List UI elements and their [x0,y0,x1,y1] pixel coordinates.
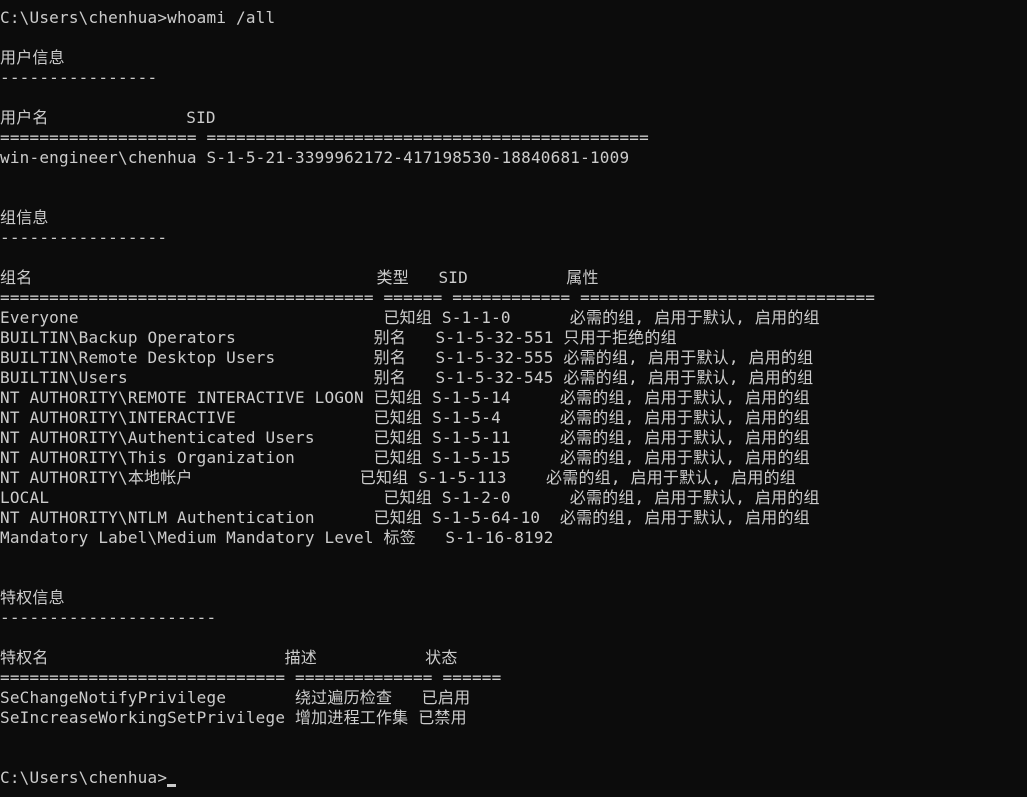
privilege-table-row: SeIncreaseWorkingSetPrivilege 增加进程工作集 已禁… [0,708,467,727]
group-table-row: BUILTIN\Remote Desktop Users 别名 S-1-5-32… [0,348,814,367]
group-table-row: Everyone 已知组 S-1-1-0 必需的组, 启用于默认, 启用的组 [0,308,820,327]
group-table-row: LOCAL 已知组 S-1-2-0 必需的组, 启用于默认, 启用的组 [0,488,820,507]
user-table-row: win-engineer\chenhua S-1-5-21-3399962172… [0,148,630,167]
user-table-header: 用户名 SID [0,108,216,127]
privilege-table-header: 特权名 描述 状态 [0,648,458,667]
command-prompt: C:\Users\chenhua> [0,768,168,787]
command-line: C:\Users\chenhua>whoami /all [0,8,276,27]
group-info-heading: 组信息 [0,208,49,227]
group-table-row: NT AUTHORITY\Authenticated Users 已知组 S-1… [0,428,810,447]
group-table-row: NT AUTHORITY\This Organization 已知组 S-1-5… [0,448,810,467]
group-table-row: NT AUTHORITY\NTLM Authentication 已知组 S-1… [0,508,810,527]
group-table-row: NT AUTHORITY\本地帐户 已知组 S-1-5-113 必需的组, 启用… [0,468,796,487]
console-window[interactable]: C:\Users\chenhua>whoami /all 用户信息 ------… [0,0,1027,797]
user-info-heading: 用户信息 [0,48,65,67]
group-table-row: Mandatory Label\Medium Mandatory Level 标… [0,528,554,547]
group-info-underline: ----------------- [0,228,168,247]
user-table-separator: ==================== ===================… [0,128,649,147]
privilege-info-underline: ---------------------- [0,608,217,627]
group-table-separator: ====================================== =… [0,288,876,307]
group-table-row: BUILTIN\Backup Operators 别名 S-1-5-32-551… [0,328,677,347]
prompt-line[interactable]: C:\Users\chenhua> [0,768,1027,788]
group-table-row: NT AUTHORITY\REMOTE INTERACTIVE LOGON 已知… [0,388,810,407]
privilege-info-heading: 特权信息 [0,588,65,607]
group-table-header: 组名 类型 SID 属性 [0,268,599,287]
group-table-row: NT AUTHORITY\INTERACTIVE 已知组 S-1-5-4 必需的… [0,408,810,427]
privilege-table-separator: ============================= ==========… [0,668,502,687]
privilege-table-row: SeChangeNotifyPrivilege 绕过遍历检查 已启用 [0,688,471,707]
text-cursor [167,784,177,787]
user-info-underline: ---------------- [0,68,158,87]
group-table-row: BUILTIN\Users 别名 S-1-5-32-545 必需的组, 启用于默… [0,368,814,387]
